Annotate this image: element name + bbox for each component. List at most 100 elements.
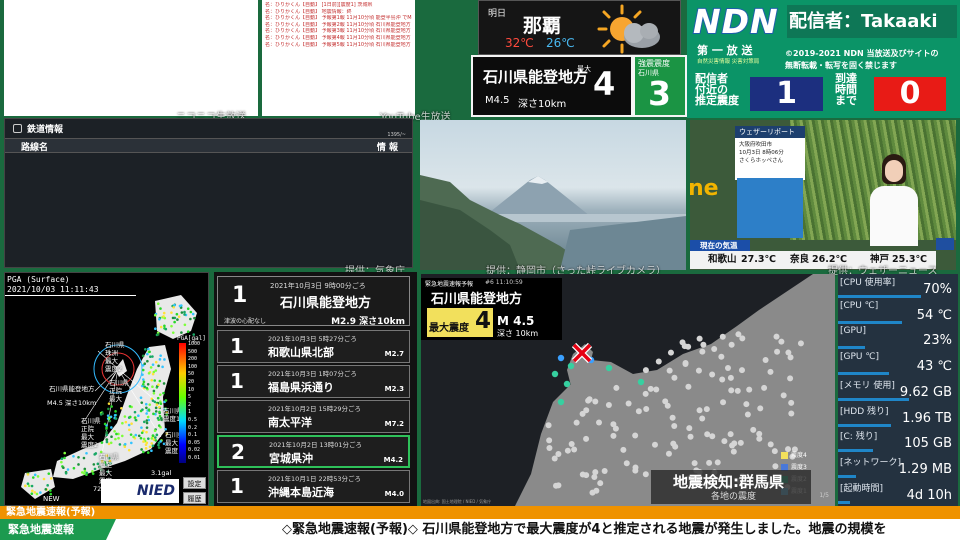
ndn-panel: NDN 第 一 放 送 自然災害情報 災害対策局 配信者：Takaaki ©20… (687, 0, 960, 118)
map-station-dot (605, 401, 612, 408)
stat-label: [起動時間] (840, 483, 884, 494)
detect-sub: 各地の震度 (711, 492, 757, 502)
history-button[interactable]: 履歴 (183, 492, 206, 504)
stat-label: [HDD 残り] (840, 406, 889, 417)
report-title: ウェザーリポート (735, 126, 805, 138)
ticker-bar: ◇緊急地震速報(予報)◇ 石川県能登地方で最大震度が4と推定される地震が発生しま… (0, 519, 960, 540)
map-station-dot (593, 487, 600, 494)
train-icon (13, 124, 22, 133)
map-station-dot (585, 397, 592, 404)
map-station-dot (709, 371, 716, 378)
map-station-dot (703, 406, 710, 413)
map-station-dot (750, 426, 757, 433)
map-station-dot (571, 446, 578, 453)
map-station-dot (778, 338, 785, 345)
pga-scale-tick: 0.2 (188, 424, 198, 431)
map-station-dot (714, 459, 721, 466)
eq-main-item[interactable]: 1 2021年10月3日 9時00分ごろ 石川県能登地方 津波の心配なし M2.… (217, 276, 410, 327)
map-station-dot (670, 440, 677, 447)
temp-value: 27.3℃ (741, 254, 776, 265)
eq-main-mag-depth: M2.9 深さ10km (331, 317, 405, 327)
eq-summary-panel: 石川県能登地方 最大 4 M4.5 深さ10km (471, 55, 633, 117)
ndn-host: 配信者：Takaaki (787, 5, 957, 38)
map-station-dot (706, 459, 713, 466)
map-station-dot (643, 406, 650, 413)
map-station-dot (546, 444, 553, 451)
eq-summary-depth: 深さ10km (518, 99, 567, 110)
report-place: 大阪府吹田市 (739, 142, 773, 148)
pga-scale-tick: 20 (188, 378, 195, 385)
detect-box: 地震検知:群馬県 各地の震度 (651, 470, 811, 504)
map-station-dot (669, 414, 676, 421)
stat-bar (838, 449, 874, 453)
map-station-dot (696, 407, 703, 414)
stat-bar (838, 423, 892, 427)
map-station-dot (767, 368, 774, 375)
stat-value: 23% (923, 333, 952, 349)
map-station-dot (788, 410, 795, 417)
stat-label: [ネットワーク] (840, 457, 902, 468)
niconico-panel (4, 0, 258, 116)
railway-title: 鉄道情報 (27, 125, 64, 135)
map-station-dot (718, 353, 725, 360)
pga-scale-tick: 500 (188, 348, 198, 355)
map-station-dot (780, 392, 787, 399)
map-station-dot (564, 447, 571, 454)
eq-list-item[interactable]: 2021年10月2日 15時29分ごろ 南太平洋 M7.2 (217, 400, 410, 433)
eq-list-item[interactable]: 1 2021年10月3日 5時27分ごろ 和歌山県北部 M2.7 (217, 330, 410, 363)
map-station-dot (655, 358, 662, 365)
eew-region: 石川県能登地方 (431, 292, 523, 307)
eq-list-item[interactable]: 2 2021年10月2日 13時01分ごろ 宮城県沖 M4.2 (217, 435, 410, 468)
settings-button[interactable]: 設定 (183, 477, 206, 489)
stat-row: [HDD 残り] 1.96 TB (838, 403, 956, 428)
map-station-dot (625, 400, 632, 407)
weather-low: 26℃ (546, 36, 575, 50)
map-station-dot (711, 345, 718, 352)
earthquake-list: 1 2021年10月3日 9時00分ごろ 石川県能登地方 津波の心配なし M2.… (214, 272, 417, 506)
shindo-value: 3 (648, 74, 671, 113)
map-station-dot (662, 398, 669, 405)
comment-line: 名：ひりかくん【自動】 予報第2報 11月10分頃 石川県能登地方 深さ10km… (265, 21, 412, 28)
ticker-header: 緊急地震速報(予報) (0, 506, 960, 519)
pga-scale-tick: 1 (188, 409, 192, 416)
eq-summary-magnitude: M4.5 (485, 95, 510, 106)
eq-main-region: 石川県能登地方 (280, 296, 372, 311)
stat-value: 4d 10h (906, 487, 952, 503)
stat-label: [C: 残り] (840, 432, 878, 443)
eq-list-item[interactable]: 1 2021年10月3日 1時07分ごろ 福島県浜通り M2.3 (217, 365, 410, 398)
stat-label: [CPU 使用率] (840, 278, 896, 288)
comment-line: 名：ひりかくん【自動】 予報第4報 11月10分頃 石川県能登地方 深さ10km… (265, 34, 412, 41)
map-station-dot (691, 460, 698, 467)
near-label-3: 推定震度 (695, 94, 739, 107)
stat-label: [CPU ℃] (840, 300, 879, 311)
eq-item-time: 2021年10月2日 15時29分ごろ (268, 405, 362, 413)
map-station-dot (756, 435, 763, 442)
eq-item-region: 沖縄本島近海 (268, 486, 334, 499)
comment-line: 名：ひりかくん【自動】 予報第3報 11月10分頃 石川県能登地方 深さ10km… (265, 28, 412, 35)
map-station-dot (596, 419, 603, 426)
pga-scale-tick: 0.01 (188, 454, 201, 461)
ndn-sub-logo2: 自然災害情報 災害対策局 (697, 59, 760, 65)
stat-row: [CPU 使用率] 70% (838, 274, 956, 299)
railway-header: 路線名 情 報 (5, 138, 412, 153)
eq-item-num: 1 (230, 474, 244, 498)
eq-item-num: 1 (230, 334, 244, 358)
pga-annotation: 石川県能登地方 (49, 385, 95, 393)
stat-row: [GPU ℃] 43 ℃ (838, 351, 956, 376)
eq-list-item[interactable]: 1 2021年10月1日 22時53分ごろ 沖縄本島近海 M4.0 (217, 470, 410, 503)
ndn-sub-logo: 第 一 放 送 (697, 44, 753, 57)
stat-bar (838, 397, 909, 401)
eq-item-mag: M2.3 (384, 385, 404, 393)
pga-scale-tick: 100 (188, 363, 198, 370)
pga-annotation: 震度1 (163, 415, 181, 423)
map-station-dot (709, 433, 716, 440)
stat-row: [起動時間] 4d 10h (838, 480, 956, 505)
pga-scale-tick: 50 (188, 371, 195, 378)
map-station-dot (642, 367, 649, 374)
map-station-dot (583, 407, 590, 414)
pga-scale-tick: 0.5 (188, 416, 198, 423)
map-station-dot (720, 399, 727, 406)
eq-item-region: 福島県浜通り (268, 381, 334, 394)
map-station-dot (774, 348, 781, 355)
system-stats-panel: [CPU 使用率] 70% [CPU ℃] 54 ℃ [GPU] 23% [GPU ℃] 43… (838, 274, 958, 506)
